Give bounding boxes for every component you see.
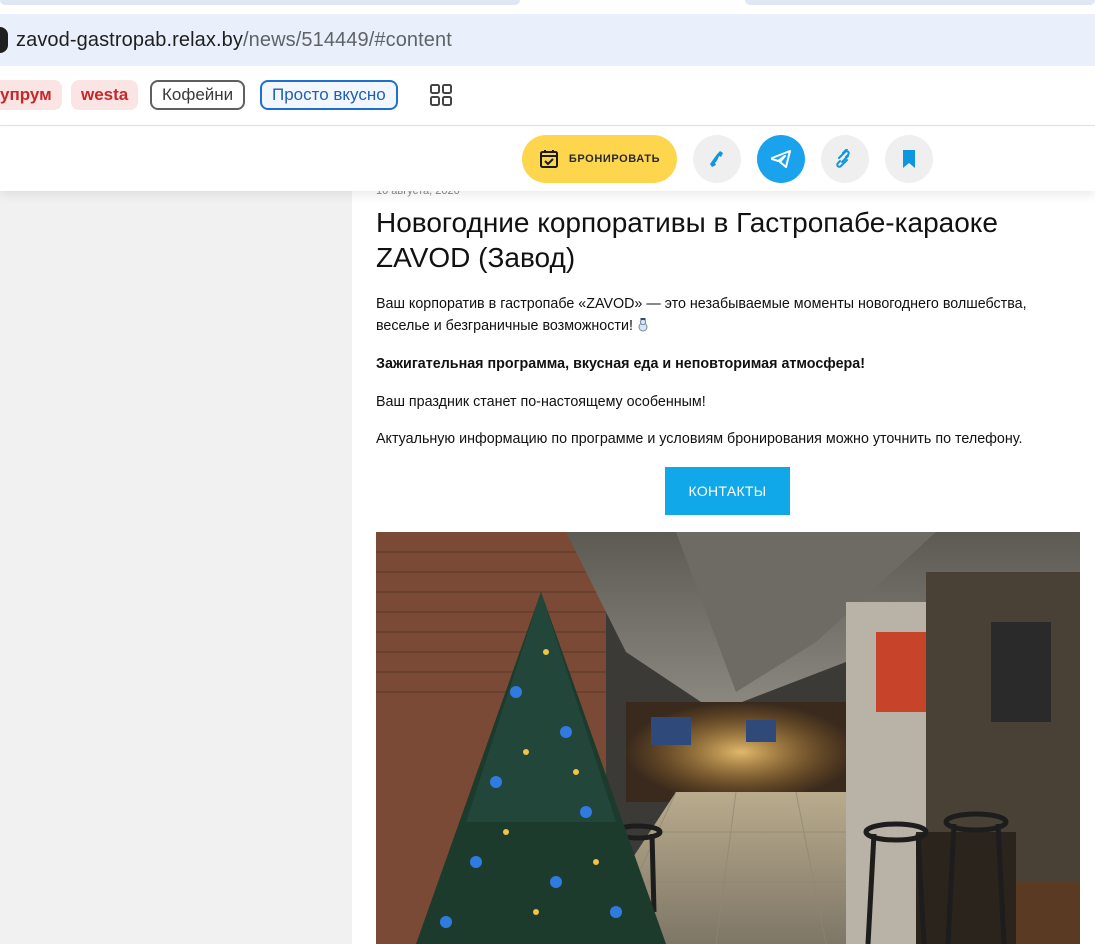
bookmark-westa[interactable]: westa: [71, 80, 139, 110]
tab-strip: [0, 0, 1095, 8]
telegram-button[interactable]: [757, 135, 805, 183]
calendar-check-icon: [539, 150, 558, 168]
bookmark-label: упрум: [0, 85, 52, 104]
bookmarks-bar: упрум westa Кофейни Просто вкусно: [0, 66, 1095, 126]
paragraph-text: Ваш корпоратив в гастропабе «ZAVOD» — эт…: [376, 296, 1027, 334]
bookmark-label: Просто вкусно: [272, 85, 386, 104]
article-title: Новогодние корпоративы в Гастропабе-кара…: [376, 207, 998, 273]
phone-button[interactable]: [693, 135, 741, 183]
bookmark-coffee[interactable]: Кофейни: [150, 80, 246, 110]
left-column: [0, 127, 352, 944]
article-paragraph: Актуальную информацию по программе и усл…: [376, 431, 1023, 447]
address-bar[interactable]: zavod-gastropab.relax.by/news/514449/#co…: [0, 14, 1095, 66]
bookmark-button[interactable]: [885, 135, 933, 183]
phone-icon: [710, 151, 723, 167]
link-icon: [836, 149, 850, 168]
bookmark-label: westa: [81, 85, 129, 104]
article-paragraph: Ваш праздник станет по-настоящему особен…: [376, 394, 706, 410]
url-host: zavod-gastropab.relax.by: [16, 29, 243, 51]
article-paragraph: Ваш корпоратив в гастропабе «ZAVOD» — эт…: [376, 293, 1076, 337]
tab-inactive[interactable]: [0, 0, 520, 5]
book-button[interactable]: БРОНИРОВАТЬ: [522, 135, 677, 183]
url-path: /news/514449/#content: [242, 29, 452, 51]
snowman-icon: [638, 318, 648, 332]
bookmark-label: Кофейни: [162, 85, 234, 104]
url-text[interactable]: zavod-gastropab.relax.by/news/514449/#co…: [16, 29, 452, 52]
grid-icon[interactable]: [430, 84, 452, 106]
bookmark-upgrum[interactable]: упрум: [0, 80, 62, 110]
book-button-label: БРОНИРОВАТЬ: [568, 153, 661, 165]
article-photo[interactable]: [376, 532, 1080, 944]
interior-photo: [376, 532, 1080, 944]
site-info-icon[interactable]: [0, 27, 8, 53]
contacts-button[interactable]: КОНТАКТЫ: [665, 467, 790, 515]
telegram-icon: [771, 150, 791, 168]
tab-inactive[interactable]: [745, 0, 1095, 5]
page: БРОНИРОВАТЬ 10 августа, 2020 Новогодние …: [0, 127, 1095, 944]
article-highlight: Зажигательная программа, вкусная еда и н…: [376, 356, 865, 372]
bookmark-icon: [903, 150, 915, 168]
action-bar: БРОНИРОВАТЬ: [0, 127, 1095, 191]
share-link-button[interactable]: [821, 135, 869, 183]
bookmark-prosto-vkusno[interactable]: Просто вкусно: [260, 80, 398, 110]
